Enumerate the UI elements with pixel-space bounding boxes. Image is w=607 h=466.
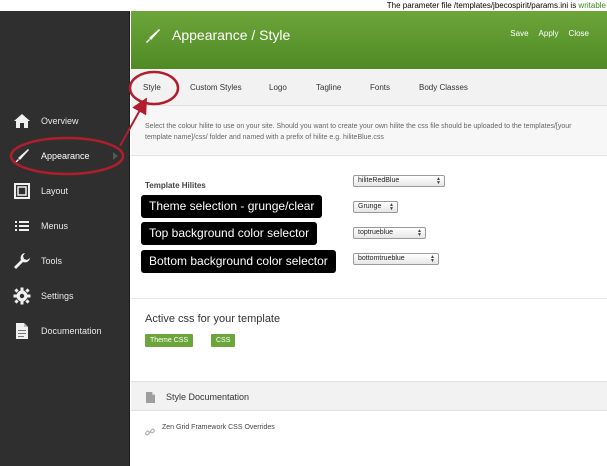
tab-bar: Style Custom Styles Logo Tagline Fonts B… (131, 69, 607, 106)
close-button[interactable]: Close (569, 29, 589, 38)
link-icon (145, 424, 155, 442)
sidebar-item-documentation[interactable]: Documentation (0, 314, 130, 348)
style-documentation-title: Style Documentation (166, 392, 250, 402)
apply-button[interactable]: Apply (539, 29, 559, 38)
style-description: Select the colour hilite to use on your … (131, 106, 607, 156)
brush-icon (145, 28, 161, 49)
sidebar-item-label: Tools (41, 256, 63, 266)
template-hilites-label: Template Hilites (145, 181, 206, 190)
sidebar-item-label: Appearance (41, 151, 90, 161)
header-actions: Save Apply Close (510, 29, 589, 38)
hilite-select-value: hiliteRedBlue (358, 177, 400, 184)
select-arrows-icon: ▲ ▼ (389, 202, 394, 212)
css-button[interactable]: CSS (211, 334, 236, 347)
sidebar-item-settings[interactable]: Settings (0, 279, 130, 313)
home-icon (12, 111, 32, 131)
theme-select-value: Grunge (358, 203, 382, 210)
notice-status: writable (578, 1, 606, 10)
select-arrows-icon: ▲ ▼ (436, 176, 441, 186)
bottom-select-value: bottomtrueblue (358, 255, 405, 262)
document-icon (12, 321, 32, 341)
hilite-select[interactable]: hiliteRedBlue ▲ ▼ (353, 175, 445, 187)
theme-select[interactable]: Grunge ▲ ▼ (353, 201, 398, 213)
active-css-title: Active css for your template (145, 313, 281, 325)
chevron-right-icon (113, 152, 118, 160)
top-color-callout: Top background color selector (141, 222, 318, 245)
tab-custom-styles[interactable]: Custom Styles (190, 69, 242, 106)
bottom-color-callout: Bottom background color selector (141, 250, 336, 273)
top-background-select[interactable]: toptrueblue ▲ ▼ (353, 227, 426, 239)
layout-icon (12, 181, 32, 201)
select-arrows-icon: ▲ ▼ (430, 254, 435, 264)
page-title: Appearance / Style (172, 27, 291, 43)
document-icon (145, 391, 156, 409)
active-css-panel (131, 298, 607, 358)
list-icon (12, 216, 32, 236)
sidebar-item-tools[interactable]: Tools (0, 244, 130, 278)
tab-tagline[interactable]: Tagline (316, 69, 341, 106)
tab-fonts[interactable]: Fonts (370, 69, 390, 106)
sidebar-item-overview[interactable]: Overview (0, 104, 130, 138)
style-documentation-header: Style Documentation (131, 381, 607, 411)
theme-css-button[interactable]: Theme CSS (145, 334, 194, 347)
sidebar-item-layout[interactable]: Layout (0, 174, 130, 208)
gear-icon (12, 286, 32, 306)
sidebar-item-appearance[interactable]: Appearance (0, 139, 130, 173)
sidebar-item-label: Menus (41, 221, 69, 231)
notice-text: The parameter file /templates/jbecospiri… (386, 1, 579, 10)
tab-logo[interactable]: Logo (269, 69, 287, 106)
top-select-value: toptrueblue (358, 229, 394, 236)
sidebar-item-label: Settings (41, 291, 74, 301)
sidebar-item-label: Documentation (41, 326, 102, 336)
tab-body-classes[interactable]: Body Classes (419, 69, 468, 106)
brush-icon (12, 146, 32, 166)
style-documentation-body: Zen Grid Framework CSS Overrides (131, 412, 607, 466)
theme-callout: Theme selection - grunge/clear (141, 195, 323, 218)
params-notice: The parameter file /templates/jbecospiri… (0, 0, 607, 11)
sidebar-item-menus[interactable]: Menus (0, 209, 130, 243)
css-overrides-link[interactable]: Zen Grid Framework CSS Overrides (162, 424, 275, 431)
save-button[interactable]: Save (510, 29, 528, 38)
sidebar-item-label: Layout (41, 186, 69, 196)
bottom-background-select[interactable]: bottomtrueblue ▲ ▼ (353, 253, 439, 265)
page-header: Appearance / Style Save Apply Close (131, 11, 607, 69)
wrench-icon (12, 251, 32, 271)
tab-style[interactable]: Style (143, 69, 161, 106)
select-arrows-icon: ▲ ▼ (417, 228, 422, 238)
sidebar-item-label: Overview (41, 116, 79, 126)
